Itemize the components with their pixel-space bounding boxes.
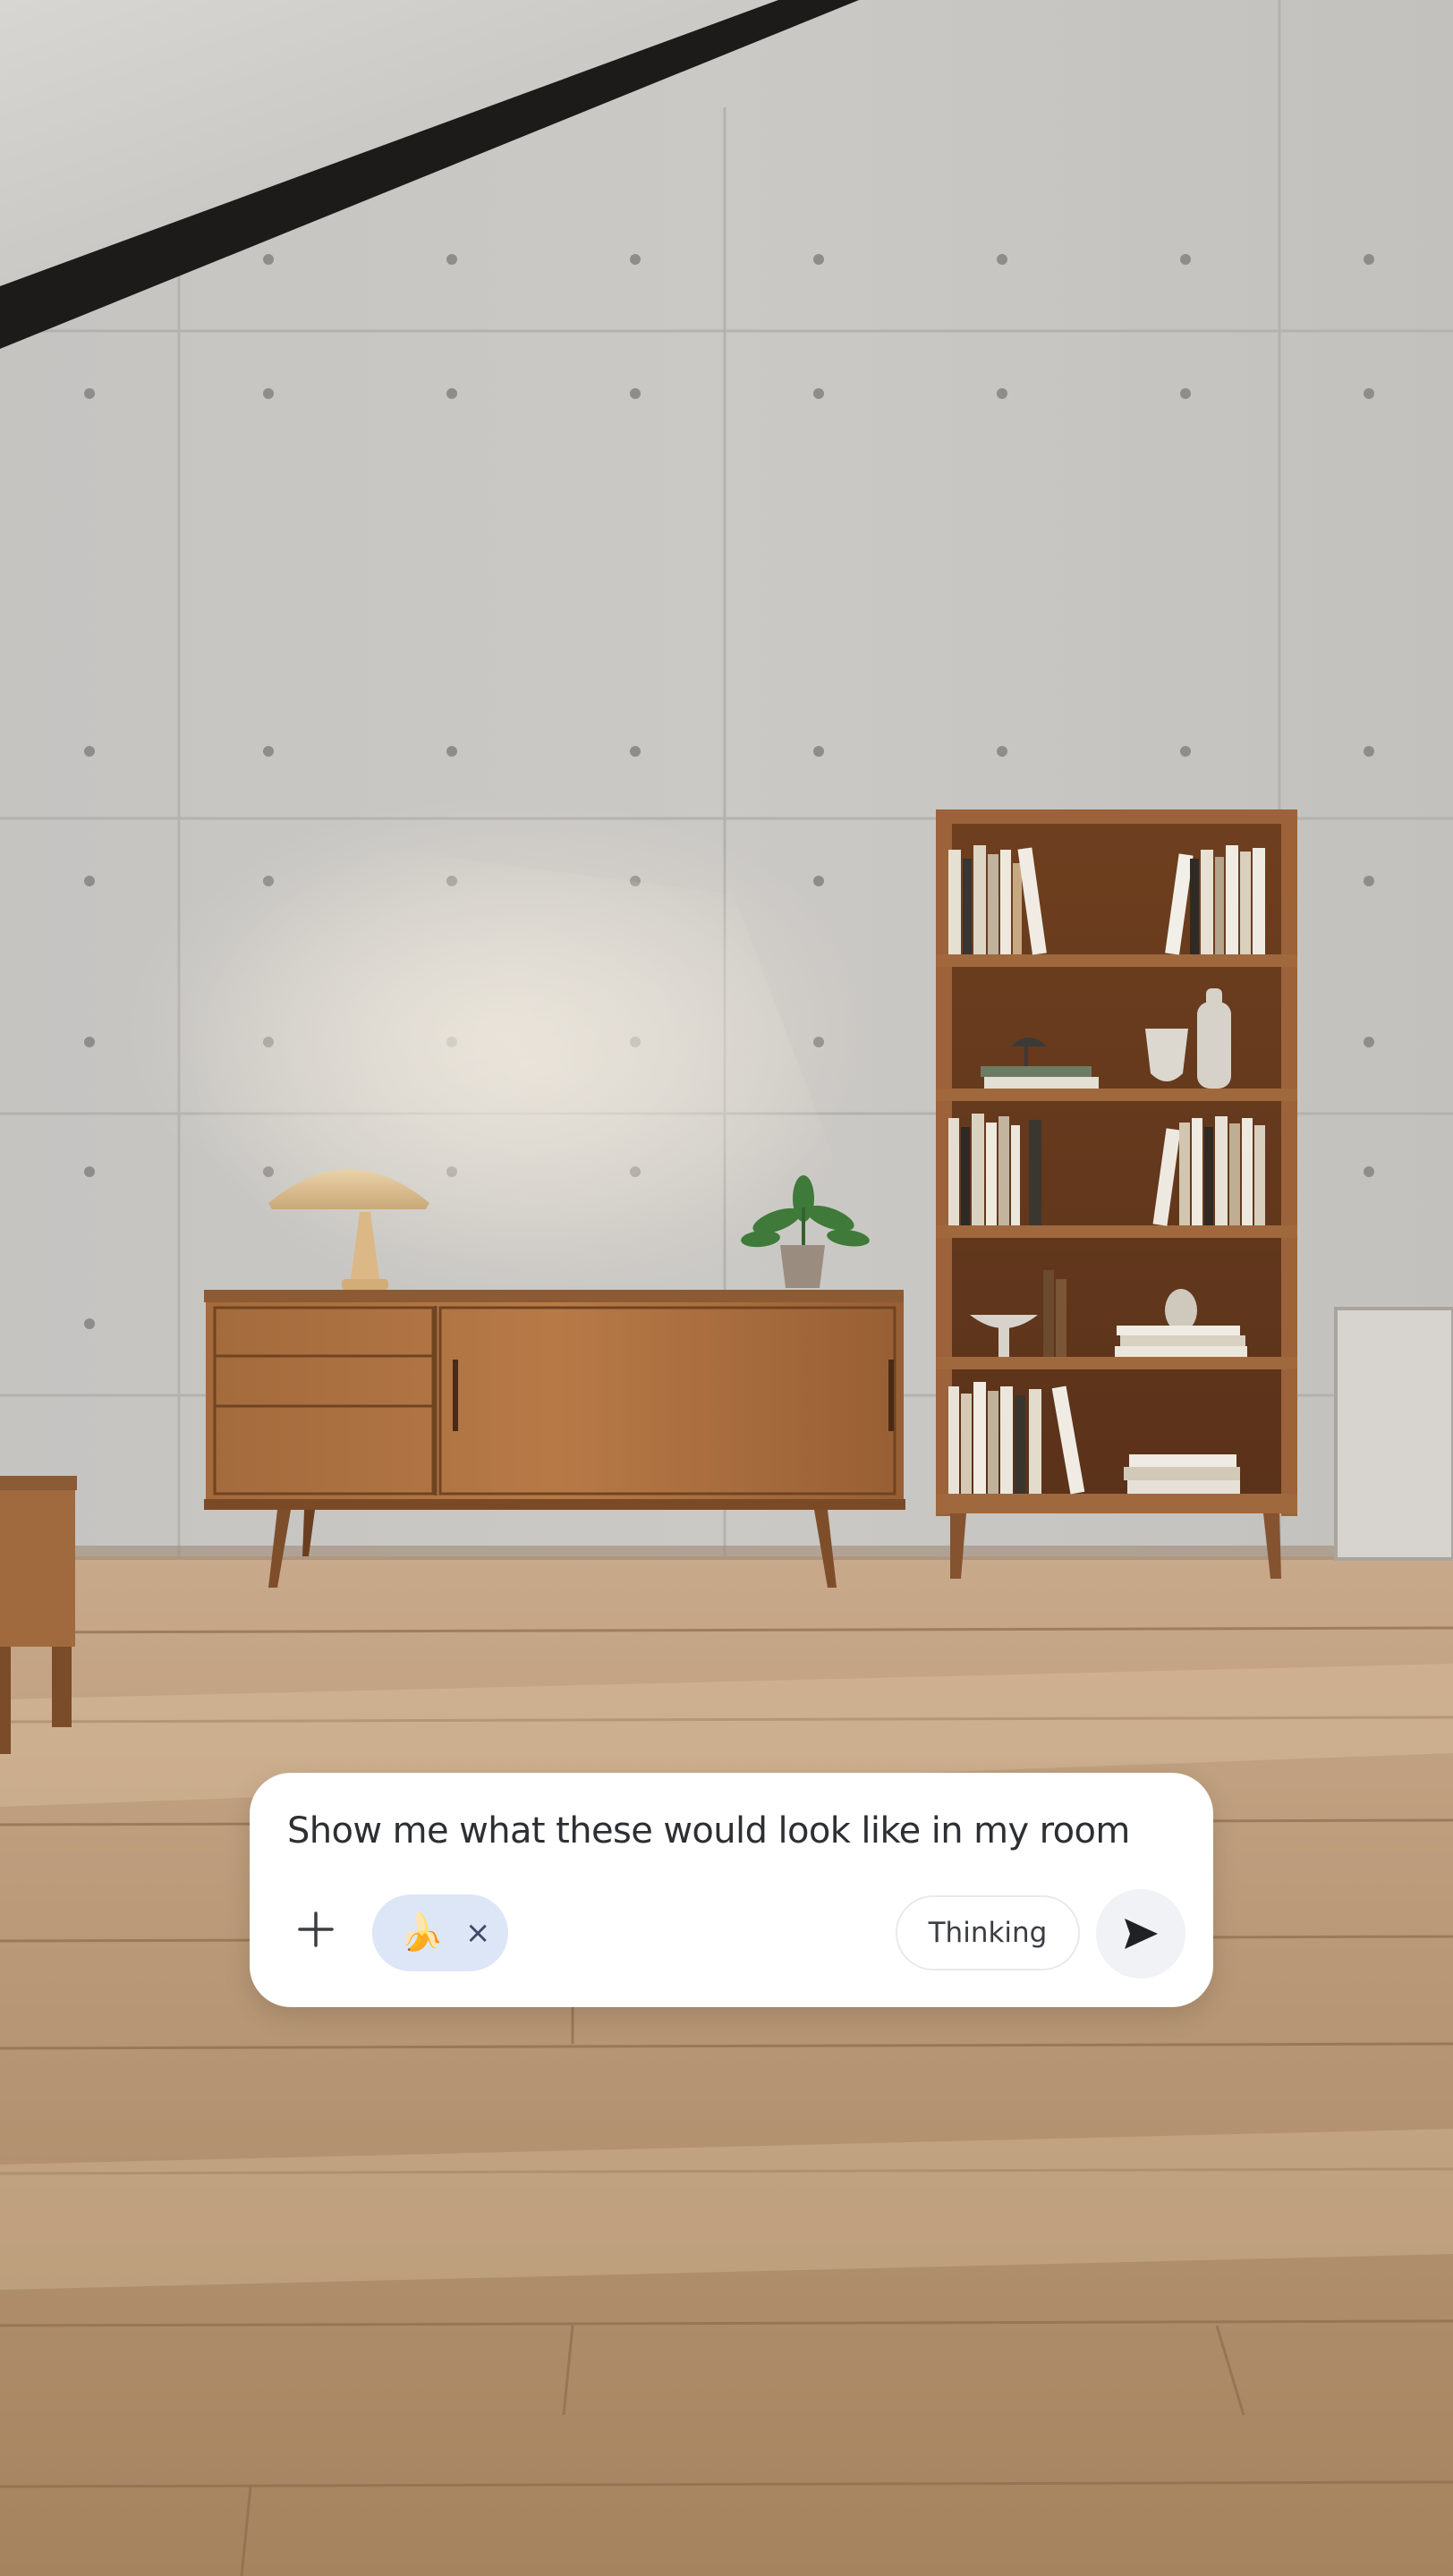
prompt-input[interactable]: Show me what these would look like in my… (287, 1810, 1182, 1852)
banana-icon: 🍌 (399, 1912, 444, 1953)
close-icon[interactable]: × (465, 1915, 491, 1951)
plus-icon (298, 1911, 334, 1947)
attachment-chip[interactable]: 🍌 × (372, 1894, 508, 1971)
room-background-photo (0, 0, 1453, 2576)
send-button[interactable] (1096, 1889, 1185, 1979)
send-arrow-icon (1125, 1919, 1158, 1949)
prompt-composer: Show me what these would look like in my… (250, 1773, 1213, 2007)
add-attachment-button[interactable] (287, 1901, 344, 1958)
thinking-mode-button[interactable]: Thinking (896, 1895, 1080, 1970)
